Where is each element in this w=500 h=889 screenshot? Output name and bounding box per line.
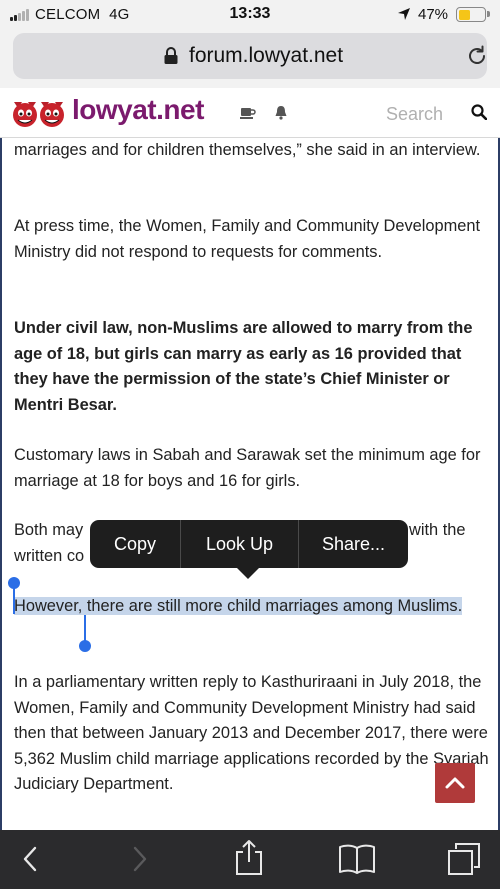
menu-pointer-arrow [236,567,260,579]
paragraph-fragment: with the [409,521,466,539]
selection-start-caret [13,586,15,614]
reload-icon[interactable] [465,44,489,68]
paragraph-fragment: written co [14,546,85,565]
share-icon[interactable] [232,838,266,876]
paragraph: At press time, the Women, Family and Com… [14,217,481,261]
site-logo-text[interactable]: lowyat.net [72,94,204,126]
paragraph: marriages and for children themselves,” … [14,141,481,159]
browser-toolbar [0,830,500,889]
browser-address-area: forum.lowyat.net [0,30,500,88]
paragraph: Customary laws in Sabah and Sarawak set … [14,446,481,490]
tabs-icon[interactable] [446,842,482,876]
scroll-to-top-button[interactable] [435,763,475,803]
text-selection-menu: Copy Look Up Share... [90,520,408,568]
url-text: forum.lowyat.net [189,44,344,67]
location-arrow-icon [398,8,410,20]
paragraph: Under civil law, non-Muslims are allowed… [14,319,473,414]
lock-icon [164,47,178,64]
battery-icon [456,7,486,22]
url-bar[interactable]: forum.lowyat.net [13,33,487,79]
paragraph: In a parliamentary written reply to Kast… [14,673,489,793]
battery-level [458,9,470,20]
selection-end-caret [84,615,86,641]
chevron-up-icon [445,777,465,789]
site-header: lowyat.net Search [0,88,500,138]
back-icon[interactable] [18,844,42,874]
coffee-cup-icon[interactable] [240,106,256,120]
copy-menu-item[interactable]: Copy [90,520,180,568]
look-up-menu-item[interactable]: Look Up [181,520,298,568]
battery-percent: 47% [418,6,449,23]
selected-text[interactable]: However, there are still more child marr… [14,597,463,615]
share-menu-item[interactable]: Share... [299,520,408,568]
status-bar: CELCOM 4G 13:33 47% [0,0,500,30]
logo-devils-icon[interactable] [10,96,68,130]
selection-end-handle[interactable] [79,640,91,652]
forward-icon[interactable] [128,844,152,874]
search-placeholder[interactable]: Search [386,104,443,125]
paragraph-fragment: Both may [14,521,84,539]
bell-icon[interactable] [274,105,288,120]
battery-cap [487,11,490,17]
search-icon[interactable] [471,104,487,120]
article-body: marriages and for children themselves,” … [0,138,500,830]
bookmarks-icon[interactable] [338,843,376,875]
